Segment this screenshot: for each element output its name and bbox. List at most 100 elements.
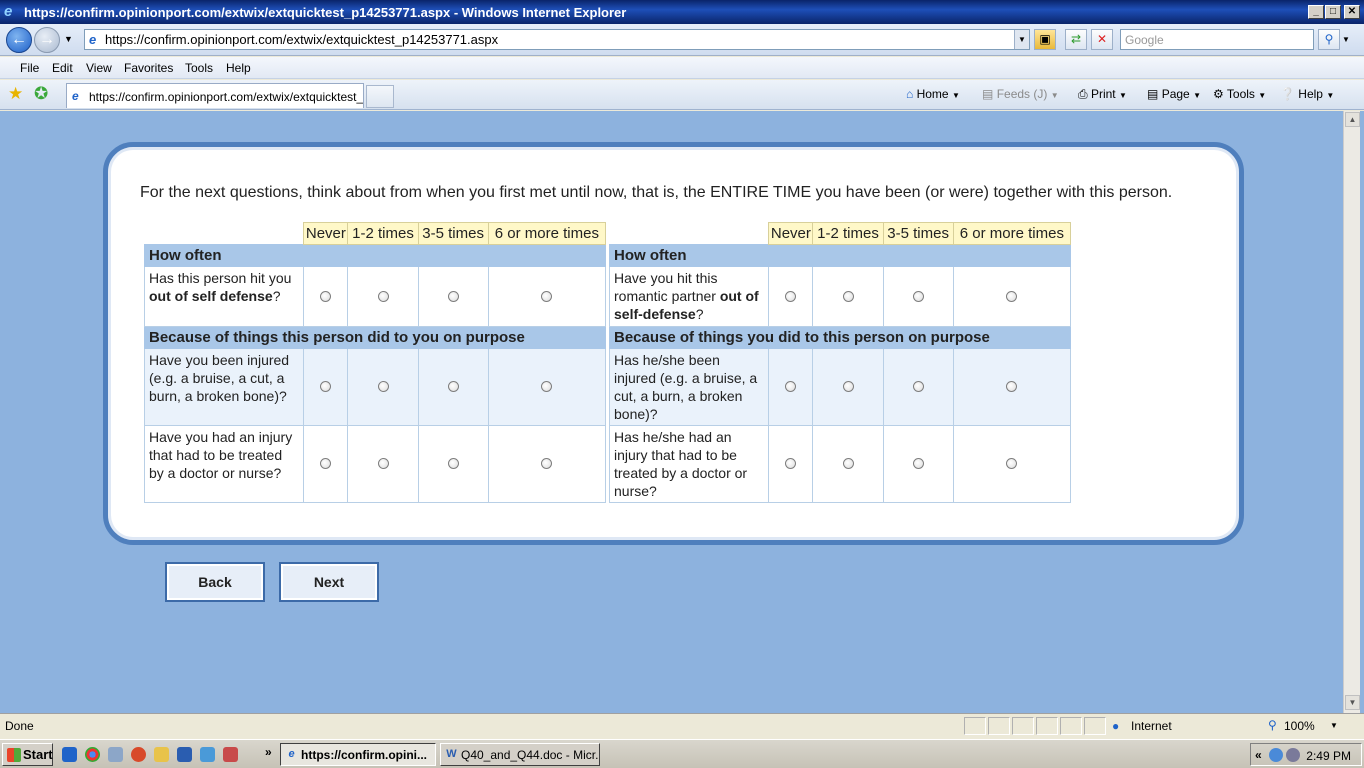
search-icon[interactable]: ⚲ [1318,29,1340,50]
quicklaunch-media-icon[interactable] [223,747,238,762]
radio-option[interactable] [377,381,389,392]
scroll-up-icon[interactable]: ▲ [1345,112,1360,127]
print-button[interactable]: ⎙ Print ▼ [1078,87,1127,102]
menu-file[interactable]: File [20,61,39,75]
new-tab-button[interactable] [366,85,394,108]
zoom-dropdown-icon[interactable]: ▼ [1330,721,1338,730]
window-title-bar: e https://confirm.opinionport.com/extwix… [0,0,1364,24]
tools-button[interactable]: ⚙ Tools ▼ [1213,87,1266,101]
radio-option[interactable] [447,290,459,302]
radio-option[interactable] [785,458,797,469]
address-dropdown-icon[interactable]: ▼ [1014,30,1029,49]
question-text: Has he/she had an injury that had to be … [608,425,770,503]
page-dropdown-icon: ▼ [1193,91,1201,100]
lock-icon[interactable]: ▣ [1034,29,1056,50]
quicklaunch-firefox-icon[interactable] [131,747,146,762]
address-toolbar: ← → ▼ e https://confirm.opinionport.com/… [0,24,1364,56]
menu-favorites[interactable]: Favorites [124,61,173,75]
help-dropdown-icon: ▼ [1326,91,1335,100]
page-menu-icon: ▤ [1147,87,1159,101]
quicklaunch-overflow-icon[interactable]: » [265,745,272,759]
network-icon[interactable] [1269,748,1283,762]
search-placeholder: Google [1125,33,1164,47]
favorites-star-icon[interactable]: ★ [8,84,23,104]
radio-option[interactable] [842,458,854,469]
help-button[interactable]: ❔ Help ▼ [1280,87,1334,101]
radio-option[interactable] [377,290,389,302]
home-dropdown-icon: ▼ [951,91,960,100]
radio-option[interactable] [912,381,924,392]
radio-option[interactable] [541,381,553,392]
page-label: Page [1161,87,1190,101]
radio-option[interactable] [912,290,924,302]
back-button[interactable]: Back [165,562,265,602]
tab-current[interactable]: e https://confirm.opinionport.com/extwix… [66,83,364,108]
menu-view[interactable]: View [86,61,112,75]
section-heading: Because of things this person did to you… [144,326,606,349]
zoom-icon: ⚲ [1268,718,1277,732]
start-button[interactable]: Start [2,743,53,766]
feeds-button[interactable]: ▤ Feeds (J) ▼ [982,87,1059,101]
radio-option[interactable] [541,458,553,469]
help-icon: ❔ [1280,87,1295,101]
question-text: Has this person hit you out of self defe… [143,266,305,327]
tray-expand-icon[interactable]: « [1255,748,1262,762]
home-label: Home [916,87,949,101]
right-question-grid: Never 1-2 times 3-5 times 6 or more time… [608,222,1072,503]
menu-tools[interactable]: Tools [185,61,213,75]
page-button[interactable]: ▤ Page ▼ [1147,87,1201,101]
radio-option[interactable] [1006,458,1018,469]
help-label: Help [1298,87,1323,101]
address-input[interactable]: e https://confirm.opinionport.com/extwix… [84,29,1030,50]
quicklaunch-chrome-icon[interactable] [85,747,100,762]
minimize-button[interactable]: _ [1308,5,1324,19]
radio-option[interactable] [447,458,459,469]
quicklaunch-word-icon[interactable] [177,747,192,762]
quicklaunch-app-icon[interactable] [200,747,215,762]
task-word-document[interactable]: W Q40_and_Q44.doc - Micr... [440,743,600,766]
radio-option[interactable] [912,458,924,469]
radio-option[interactable] [320,290,332,302]
quicklaunch-ie-icon[interactable] [62,747,77,762]
add-favorites-icon[interactable]: ✪ [34,84,48,104]
quicklaunch-folder-icon[interactable] [154,747,169,762]
radio-option[interactable] [842,290,854,302]
search-input[interactable]: Google [1120,29,1314,50]
vertical-scrollbar[interactable]: ▲ ▼ [1343,111,1360,713]
scroll-down-icon[interactable]: ▼ [1345,695,1360,710]
radio-option[interactable] [447,381,459,392]
start-label: Start [23,747,53,762]
tools-label: Tools [1226,87,1255,101]
clock[interactable]: 2:49 PM [1306,749,1351,763]
radio-option[interactable] [320,381,332,392]
search-options-icon[interactable]: ▼ [1342,35,1350,44]
print-dropdown-icon: ▼ [1118,91,1127,100]
radio-option[interactable] [1006,381,1018,392]
history-dropdown-icon[interactable]: ▼ [64,34,73,44]
menu-edit[interactable]: Edit [52,61,73,75]
quicklaunch-desktop-icon[interactable] [108,747,123,762]
tray-app-icon[interactable] [1286,748,1300,762]
radio-option[interactable] [541,290,553,302]
radio-option[interactable] [785,381,797,392]
radio-option[interactable] [785,290,797,302]
menu-help[interactable]: Help [226,61,251,75]
print-label: Print [1090,87,1116,101]
maximize-button[interactable]: □ [1325,5,1341,19]
survey-intro: For the next questions, think about from… [140,184,1173,201]
radio-option[interactable] [320,458,332,469]
radio-option[interactable] [842,381,854,392]
zoom-level[interactable]: 100% [1284,719,1315,733]
close-button[interactable]: ✕ [1344,5,1360,19]
refresh-icon[interactable]: ⇄ [1065,29,1087,50]
tab-page-icon: e [72,89,79,103]
back-arrow-icon[interactable]: ← [6,27,32,53]
next-button[interactable]: Next [279,562,379,602]
task-internet-explorer[interactable]: e https://confirm.opini... [280,743,436,766]
home-button[interactable]: ⌂ Home ▼ [906,87,960,101]
radio-option[interactable] [377,458,389,469]
radio-option[interactable] [1006,290,1018,302]
forward-arrow-icon[interactable]: → [34,27,60,53]
stop-icon[interactable]: ✕ [1091,29,1113,50]
question-emphasis: out of self defense [149,288,273,304]
